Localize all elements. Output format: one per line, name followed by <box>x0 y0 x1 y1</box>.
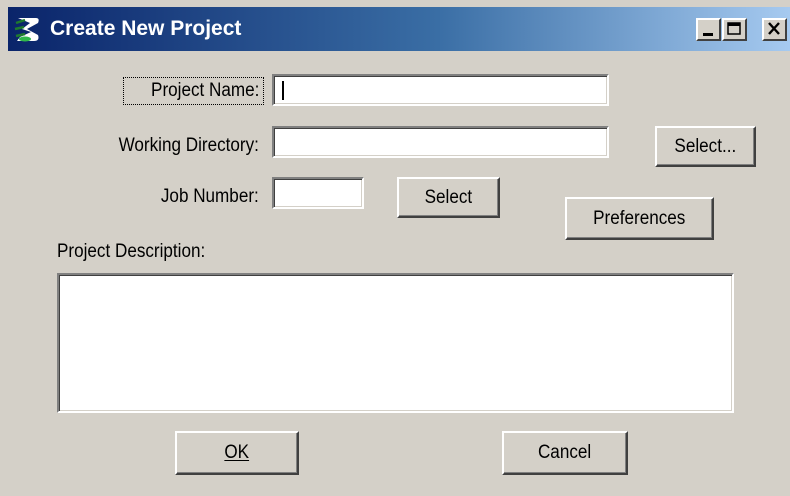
bentley-b-icon <box>14 18 39 42</box>
job-number-label: Job Number: <box>161 186 259 207</box>
close-icon <box>768 22 780 35</box>
preferences-label: Preferences <box>593 207 686 229</box>
close-button[interactable] <box>762 18 787 41</box>
preferences-button[interactable]: Preferences <box>565 197 714 240</box>
working-directory-label: Working Directory: <box>118 135 259 156</box>
working-directory-input[interactable] <box>272 126 609 158</box>
text-caret <box>282 81 284 100</box>
project-description-textarea[interactable] <box>57 273 734 413</box>
project-name-input[interactable] <box>272 74 609 106</box>
select-job-button[interactable]: Select <box>397 177 500 218</box>
create-new-project-dialog: Create New Project Project Name: Working… <box>0 0 790 496</box>
minimize-icon <box>703 33 713 36</box>
job-number-input[interactable] <box>272 177 364 209</box>
cancel-button[interactable]: Cancel <box>502 431 628 475</box>
select-job-label: Select <box>424 186 473 208</box>
select-directory-label: Select... <box>674 135 737 157</box>
maximize-icon <box>727 22 741 35</box>
window-title: Create New Project <box>50 17 242 40</box>
cancel-label: Cancel <box>538 442 592 463</box>
title-bar[interactable]: Create New Project <box>8 7 790 51</box>
minimize-button[interactable] <box>696 18 721 41</box>
maximize-button[interactable] <box>722 18 747 41</box>
ok-button[interactable]: OK <box>175 431 299 475</box>
ok-label: OK <box>224 442 250 463</box>
select-directory-button[interactable]: Select... <box>655 126 756 167</box>
project-description-label: Project Description: <box>57 241 206 262</box>
project-name-label: Project Name: <box>150 80 259 101</box>
